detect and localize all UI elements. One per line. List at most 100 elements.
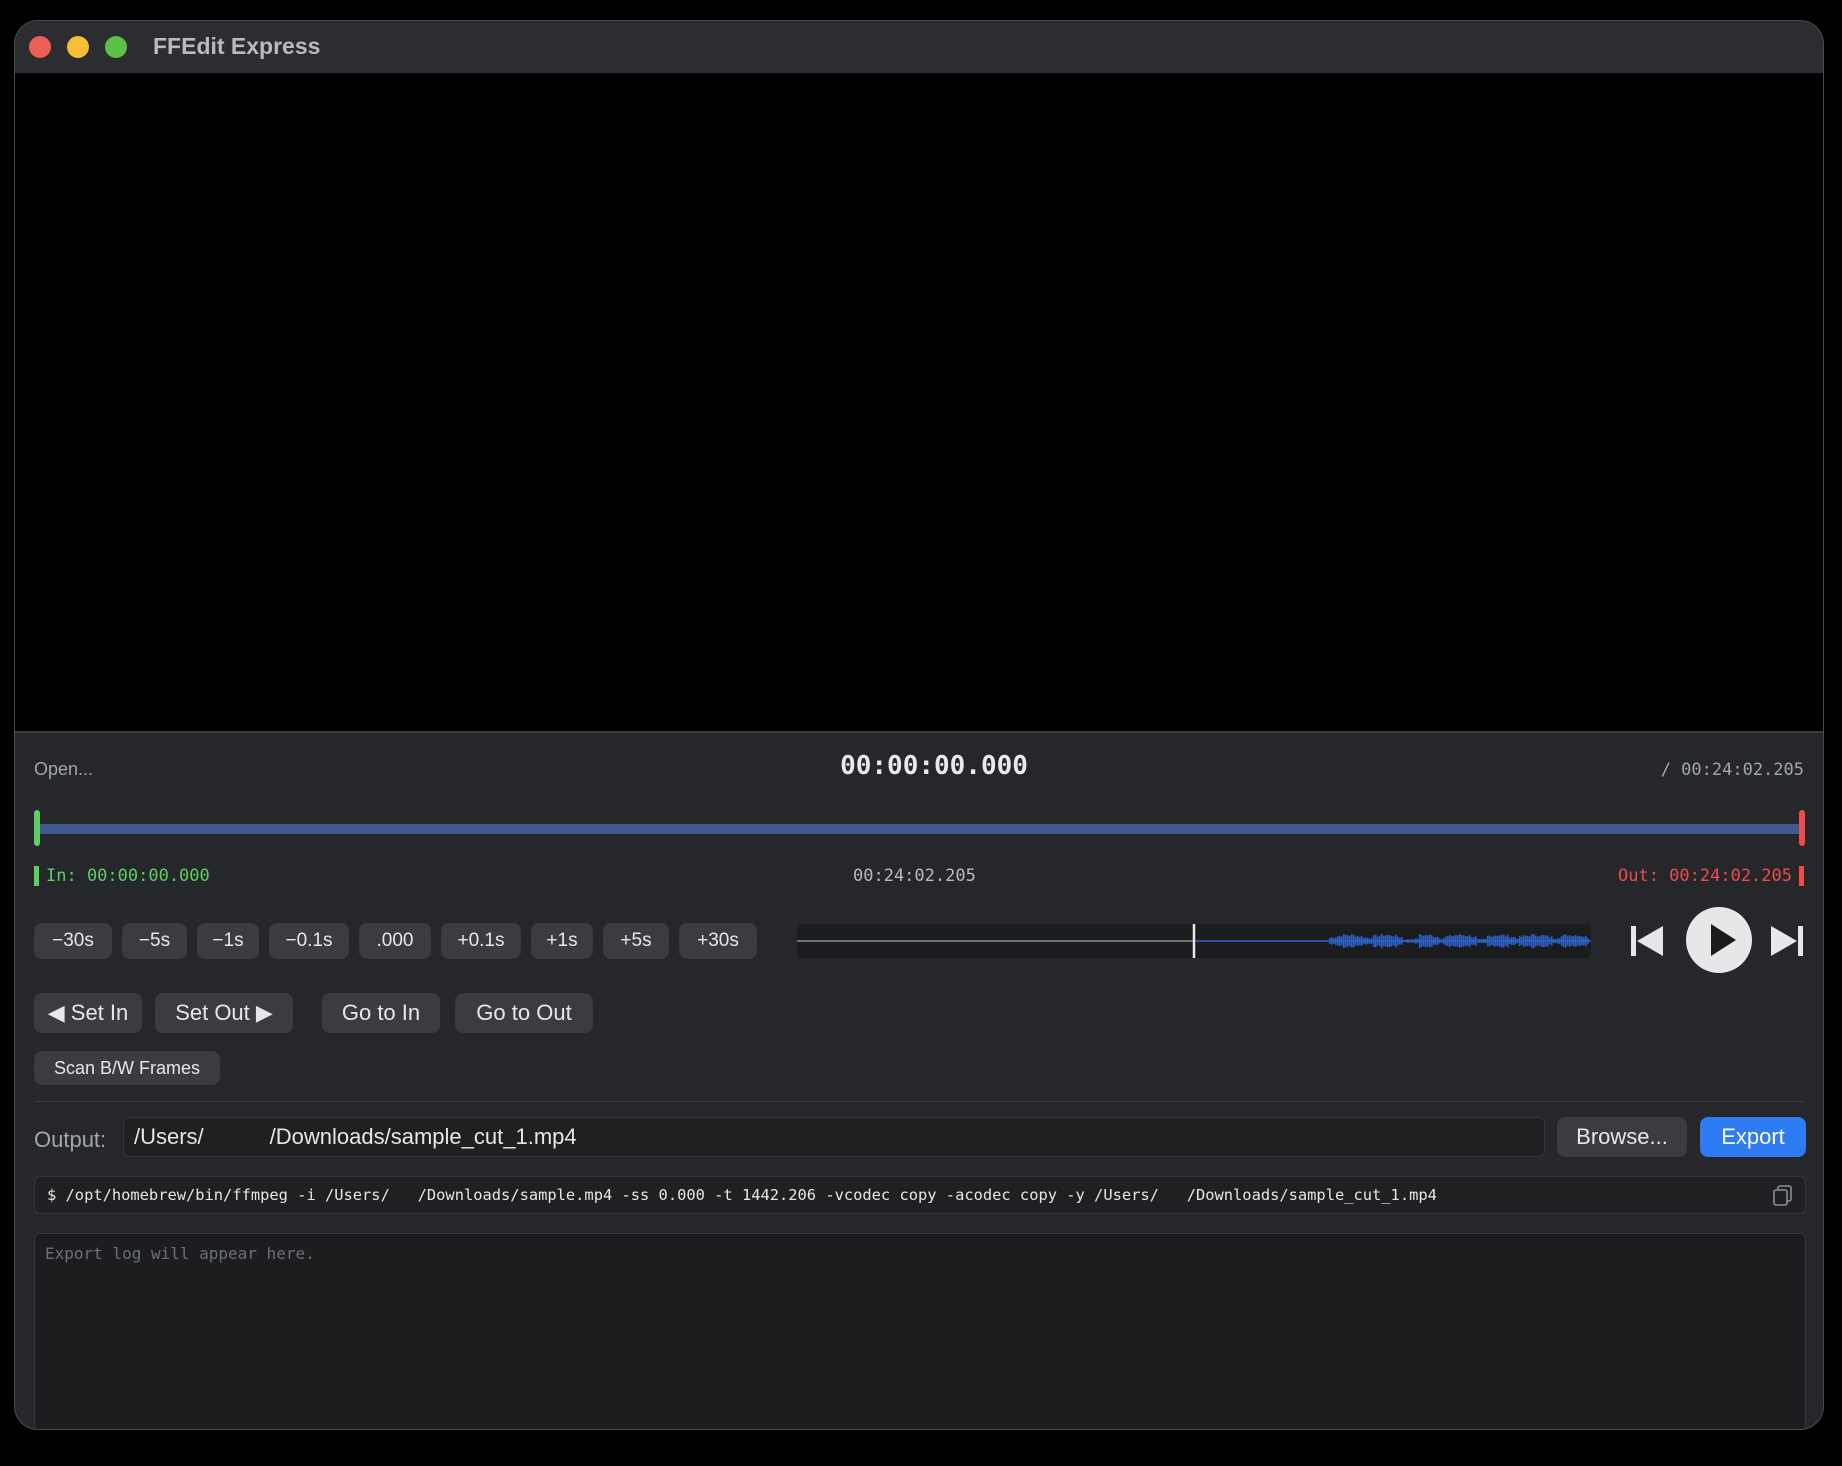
timeline-track[interactable] [37, 824, 1803, 834]
nudge-zero-ms-button[interactable]: .000 [359, 923, 431, 959]
waveform-bar [1558, 938, 1561, 944]
waveform-bar [1406, 939, 1409, 943]
waveform-bar [1478, 939, 1481, 943]
go-to-out-button[interactable]: Go to Out [455, 993, 593, 1033]
out-point-handle[interactable] [1799, 810, 1805, 846]
nudge-plus-5s-button[interactable]: +5s [603, 923, 669, 959]
browse-button[interactable]: Browse... [1557, 1117, 1687, 1157]
waveform-bar [1552, 938, 1555, 944]
waveform-bar [1398, 937, 1401, 945]
nudge-minus-1s-button[interactable]: −1s [197, 923, 259, 959]
export-log[interactable] [34, 1233, 1806, 1429]
window-title: FFEdit Express [153, 33, 321, 59]
waveform-bar [1396, 936, 1399, 946]
waveform-bar [1584, 935, 1587, 947]
waveform-bar [1508, 937, 1511, 945]
set-in-button[interactable]: ◀ Set In [34, 993, 142, 1033]
waveform-bar [1534, 935, 1537, 947]
waveform-bar [1540, 934, 1543, 948]
scan-bw-frames-button[interactable]: Scan B/W Frames [34, 1051, 220, 1085]
video-separator [15, 731, 1823, 733]
waveform-bar [1364, 937, 1367, 945]
ffmpeg-command-field[interactable]: $ /opt/homebrew/bin/ffmpeg -i /Users/ /D… [34, 1176, 1806, 1214]
waveform-bar [1582, 936, 1585, 946]
waveform-bar [1572, 935, 1575, 947]
waveform-bar [1330, 937, 1333, 945]
waveform-bar [1444, 936, 1447, 946]
close-window-button[interactable] [29, 36, 51, 58]
waveform-bar [1528, 936, 1531, 946]
waveform-bar [1366, 937, 1369, 945]
skip-forward-icon[interactable] [1769, 923, 1805, 959]
waveform-bar [1332, 938, 1335, 944]
waveform-bar [1476, 939, 1479, 943]
video-preview[interactable] [15, 73, 1823, 731]
waveform-bar [1422, 935, 1425, 947]
title-bar: FFEdit Express [15, 21, 1823, 73]
waveform-bar [1358, 937, 1361, 945]
waveform-bar [1518, 935, 1521, 947]
waveform-bar [1484, 938, 1487, 944]
waveform-bar [1328, 938, 1331, 944]
waveform-bar [1402, 939, 1405, 943]
waveform-bar [1560, 936, 1563, 946]
nudge-plus-30s-button[interactable]: +30s [679, 923, 757, 959]
waveform-bar [1430, 935, 1433, 947]
waveform-bar [1516, 939, 1519, 943]
waveform-bar [1390, 936, 1393, 946]
set-out-button[interactable]: Set Out ▶ [155, 993, 293, 1033]
waveform-bar [1504, 936, 1507, 946]
waveform-bar [1544, 935, 1547, 947]
waveform-bar [1502, 934, 1505, 948]
waveform-bar [1494, 935, 1497, 947]
section-divider [34, 1101, 1804, 1102]
waveform-bar [1382, 935, 1385, 947]
in-point-label: In: 00:00:00.000 [34, 866, 210, 886]
waveform-bar [1480, 939, 1483, 943]
nudge-minus-5s-button[interactable]: −5s [122, 923, 187, 959]
waveform-bar [1342, 934, 1345, 948]
waveform-bar [1556, 938, 1559, 944]
waveform-bar [1462, 935, 1465, 947]
waveform-bar [1362, 938, 1365, 944]
copy-icon[interactable] [1773, 1185, 1793, 1207]
play-icon [1711, 924, 1736, 956]
waveform-bar [1348, 935, 1351, 947]
nudge-minus-30s-button[interactable]: −30s [34, 923, 112, 959]
waveform-bar [1360, 936, 1363, 946]
current-timecode: 00:00:00.000 [840, 751, 1028, 781]
nudge-plus-0-1s-button[interactable]: +0.1s [441, 923, 521, 959]
waveform-bar [1510, 937, 1513, 945]
nudge-plus-1s-button[interactable]: +1s [531, 923, 593, 959]
waveform-bar [1378, 935, 1381, 947]
waveform-bar [1568, 935, 1571, 947]
waveform-bar [1408, 939, 1411, 943]
waveform-bar [1562, 934, 1565, 948]
in-point-handle[interactable] [34, 810, 40, 846]
waveform-bar [1434, 937, 1437, 945]
zoom-window-button[interactable] [105, 36, 127, 58]
export-button[interactable]: Export [1700, 1117, 1806, 1157]
output-path-input[interactable] [123, 1117, 1545, 1157]
waveform-bar [1392, 936, 1395, 946]
waveform-bar [1346, 935, 1349, 947]
waveform-bar [1356, 935, 1359, 947]
waveform-bar [1578, 935, 1581, 947]
waveform-bar [1438, 938, 1441, 944]
play-button[interactable] [1686, 907, 1752, 973]
audio-waveform[interactable] [797, 924, 1591, 958]
minimize-window-button[interactable] [67, 36, 89, 58]
waveform-bar [1542, 935, 1545, 947]
waveform-bar [1488, 935, 1491, 947]
waveform-bar [1474, 936, 1477, 946]
out-point-label: Out: 00:24:02.205 [1618, 866, 1804, 886]
waveform-bar [1424, 934, 1427, 948]
go-to-in-button[interactable]: Go to In [322, 993, 440, 1033]
waveform-bar [1372, 935, 1375, 947]
nudge-minus-0-1s-button[interactable]: −0.1s [269, 923, 349, 959]
skip-back-icon[interactable] [1629, 923, 1665, 959]
waveform-bar [1548, 937, 1551, 945]
waveform-bar [1554, 939, 1557, 943]
waveform-bar [1442, 937, 1445, 945]
waveform-bar [1454, 935, 1457, 947]
